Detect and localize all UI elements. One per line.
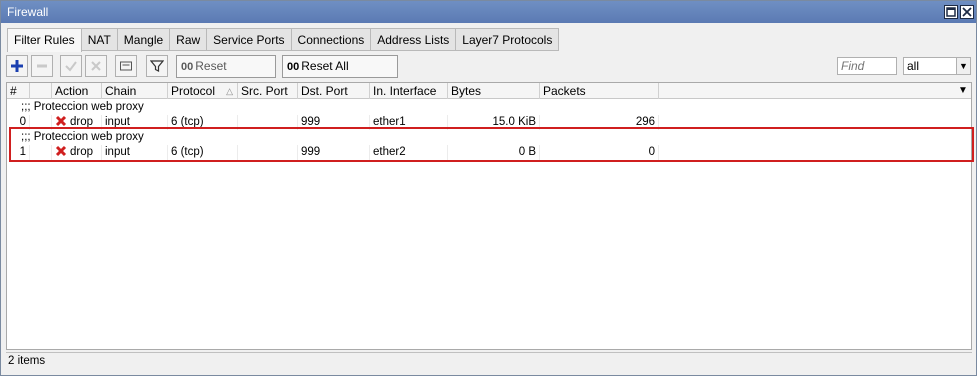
firewall-window: Firewall Filter Rules NAT Mangle Raw Ser…: [0, 0, 977, 376]
status-bar: 2 items: [6, 352, 972, 370]
tab-bar: Filter Rules NAT Mangle Raw Service Port…: [7, 28, 560, 52]
remove-button[interactable]: [31, 55, 53, 77]
tab-nat[interactable]: NAT: [81, 28, 118, 51]
reset-counters-button[interactable]: 00Reset Counters: [176, 55, 276, 95]
rules-table: # Action Chain Protocol △ Src. Port Dst.…: [6, 82, 974, 350]
maximize-button[interactable]: [944, 5, 958, 19]
disable-button[interactable]: [85, 55, 107, 77]
filter-select[interactable]: all ▼: [903, 57, 971, 75]
tab-mangle[interactable]: Mangle: [117, 28, 171, 51]
column-header-index[interactable]: #: [7, 83, 30, 99]
column-header-src-port[interactable]: Src. Port: [238, 83, 298, 99]
comment-button[interactable]: [115, 55, 137, 77]
column-header-packets[interactable]: Packets: [540, 83, 659, 99]
column-header-in-interface[interactable]: In. Interface: [370, 83, 448, 99]
tab-layer7-protocols[interactable]: Layer7 Protocols: [456, 28, 560, 51]
filter-select-value: all: [907, 59, 920, 73]
reset-all-counters-button[interactable]: 00Reset All Counters: [282, 55, 398, 95]
tab-filter-rules[interactable]: Filter Rules: [7, 28, 82, 52]
column-header-bytes[interactable]: Bytes: [448, 83, 540, 99]
note-icon: [120, 61, 132, 71]
column-header-protocol-label: Protocol: [171, 84, 216, 98]
close-icon: [962, 7, 972, 17]
column-header-chain[interactable]: Chain: [102, 83, 168, 99]
column-header-flags[interactable]: [30, 83, 52, 99]
toolbar: 00Reset Counters 00Reset All Counters al…: [6, 54, 971, 95]
reset-all-counters-icon: 00: [287, 61, 300, 73]
enable-button[interactable]: [60, 55, 82, 77]
chevron-down-icon[interactable]: ▼: [956, 58, 970, 74]
window-title: Firewall: [7, 5, 49, 19]
plus-icon: [11, 60, 23, 72]
rule-comment-row[interactable]: ;;; Proteccion web proxy: [7, 100, 971, 115]
reset-counters-icon: 00: [181, 61, 194, 73]
column-header-action[interactable]: Action: [52, 83, 102, 99]
find-input[interactable]: [837, 57, 897, 75]
maximize-icon: [946, 7, 956, 17]
x-icon: [91, 61, 101, 71]
tab-service-ports[interactable]: Service Ports: [207, 28, 292, 51]
table-header: # Action Chain Protocol △ Src. Port Dst.…: [7, 83, 971, 99]
columns-menu-icon[interactable]: ▼: [955, 83, 971, 99]
minus-icon: [37, 64, 47, 68]
column-header-dst-port[interactable]: Dst. Port: [298, 83, 370, 99]
add-button[interactable]: [6, 55, 28, 77]
highlight-box: [9, 127, 974, 162]
check-icon: [65, 61, 77, 72]
tab-address-lists[interactable]: Address Lists: [371, 28, 457, 51]
tab-raw[interactable]: Raw: [170, 28, 208, 51]
funnel-icon: [149, 60, 165, 72]
sort-icon: △: [226, 86, 233, 96]
tab-connections[interactable]: Connections: [291, 28, 372, 51]
close-button[interactable]: [960, 5, 974, 19]
drop-icon: [55, 115, 67, 127]
items-count: 2 items: [8, 355, 46, 367]
column-header-protocol[interactable]: Protocol △: [168, 83, 238, 99]
filter-button[interactable]: [146, 55, 168, 77]
title-bar[interactable]: Firewall: [1, 1, 976, 23]
